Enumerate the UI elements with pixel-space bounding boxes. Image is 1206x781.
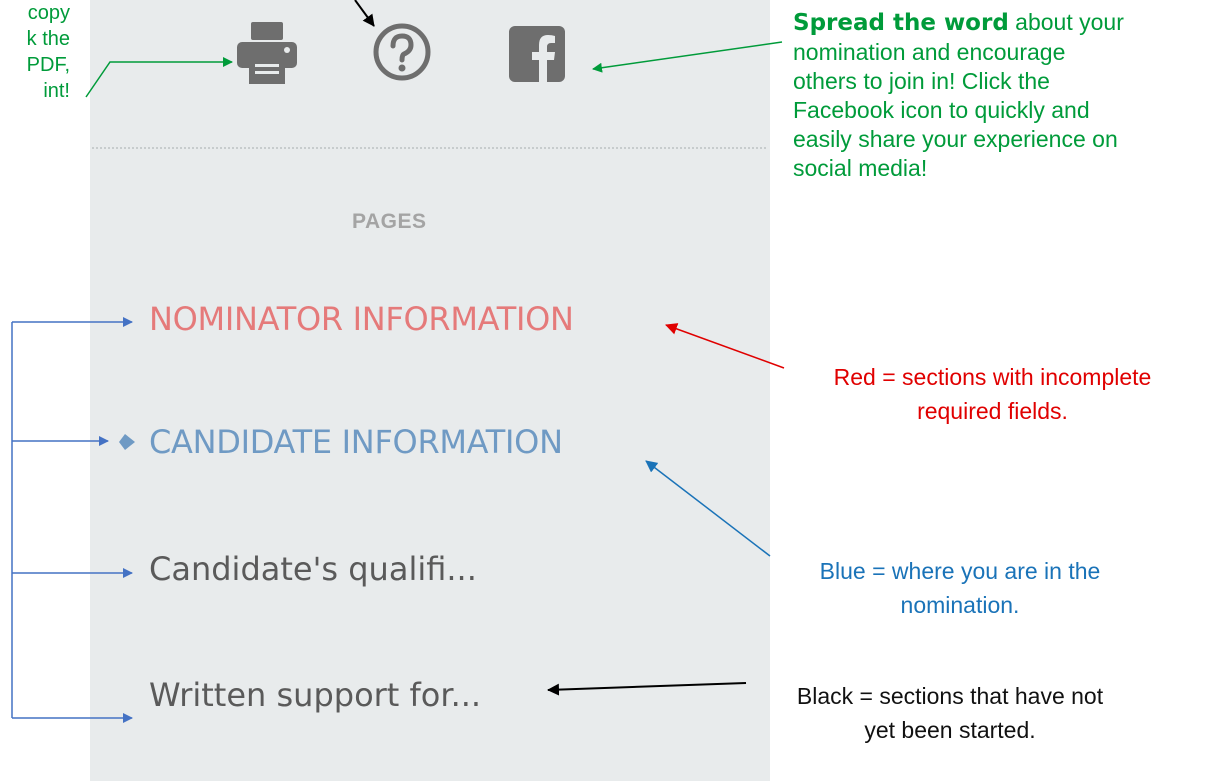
annotation-arrows bbox=[11, 0, 785, 723]
